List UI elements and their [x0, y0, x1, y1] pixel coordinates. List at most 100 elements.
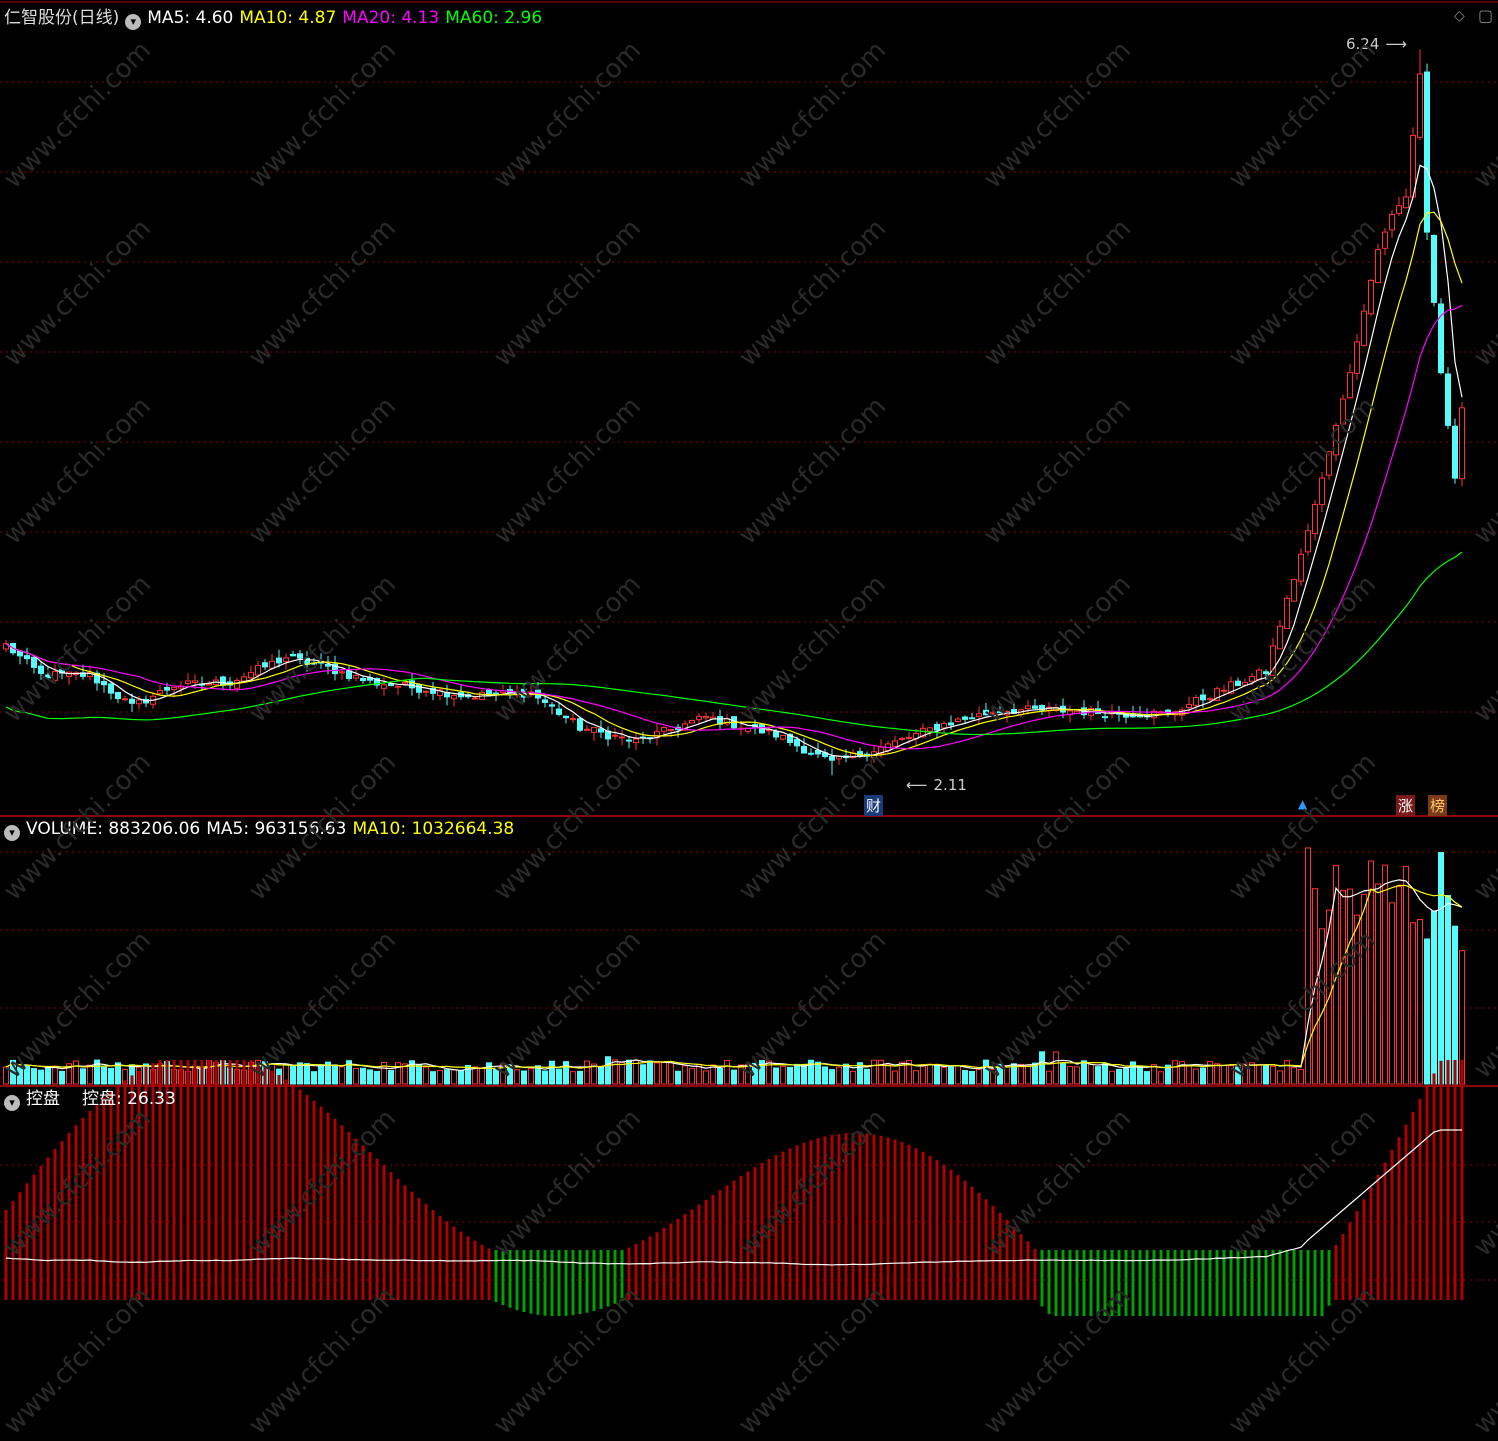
control-bar — [858, 1133, 862, 1300]
volume-bar — [563, 1061, 569, 1085]
volume-bar — [850, 1070, 856, 1085]
control-bar — [382, 1165, 386, 1300]
control-bar — [207, 1060, 211, 1300]
candle-body — [934, 723, 940, 731]
volume-bar — [1088, 1063, 1094, 1085]
candle-body — [584, 728, 590, 731]
dropdown-icon[interactable]: ▾ — [4, 825, 20, 841]
volume-bar — [290, 1065, 296, 1085]
control-bar — [1208, 1250, 1212, 1316]
event-financial-tag[interactable]: 财 — [864, 795, 884, 816]
candle-body — [1389, 214, 1395, 231]
diamond-icon[interactable]: ◇ — [1452, 8, 1467, 24]
volume-bar — [1144, 1071, 1150, 1085]
dropdown-icon[interactable]: ▾ — [4, 1095, 20, 1111]
control-bar — [676, 1218, 680, 1300]
volume-bar — [1438, 852, 1444, 1085]
volume-bar — [297, 1062, 303, 1085]
control-bar — [1432, 1073, 1436, 1300]
candle-body — [269, 660, 275, 669]
control-bar — [1285, 1250, 1289, 1316]
volume-bar — [1025, 1065, 1031, 1085]
control-bar — [263, 1066, 267, 1300]
volume-bar — [1445, 895, 1451, 1085]
control-bar — [1460, 1060, 1464, 1300]
candle-body — [808, 752, 814, 755]
control-bar — [1292, 1250, 1296, 1316]
control-bar — [536, 1250, 540, 1315]
candle-body — [1221, 689, 1227, 692]
candle-body — [969, 717, 975, 720]
candle-body — [101, 681, 107, 686]
candle-body — [570, 718, 576, 721]
candle-body — [353, 675, 359, 679]
volume-bar — [1417, 918, 1423, 1085]
candle-body — [1193, 697, 1199, 706]
volume-bar — [472, 1066, 478, 1085]
volume-bar — [934, 1064, 940, 1085]
volume-bar — [444, 1069, 450, 1085]
volume-bar — [556, 1068, 562, 1085]
volume-bar — [437, 1070, 443, 1085]
volume-bar — [52, 1065, 58, 1085]
volume-bar — [892, 1070, 898, 1085]
control-bar — [690, 1209, 694, 1300]
control-indicator-name[interactable]: 控盘 — [26, 1089, 60, 1109]
volume-bar — [479, 1067, 485, 1085]
volume-bar — [829, 1069, 835, 1085]
candle-body — [241, 676, 247, 682]
control-bar — [242, 1060, 246, 1300]
control-bar — [648, 1236, 652, 1300]
candle-body — [346, 670, 352, 680]
candle-body — [234, 679, 240, 689]
control-bar — [361, 1145, 365, 1300]
control-bar — [431, 1210, 435, 1300]
stock-title[interactable]: 仁智股份(日线) — [4, 8, 119, 28]
volume-bar — [528, 1068, 534, 1085]
control-bar — [326, 1112, 330, 1300]
control-bar — [1327, 1250, 1331, 1306]
ma10-line — [5, 211, 1463, 757]
volume-bar — [1116, 1068, 1122, 1085]
control-bar — [893, 1139, 897, 1300]
candle-body — [1431, 234, 1437, 303]
event-ranking-tag[interactable]: 榜 — [1428, 795, 1448, 816]
control-bar — [1229, 1250, 1233, 1316]
volume-bar — [577, 1070, 583, 1085]
control-bar — [1201, 1250, 1205, 1316]
volume-bar — [871, 1059, 877, 1085]
control-bar — [235, 1060, 239, 1300]
window-icon[interactable]: ▢ — [1476, 6, 1495, 25]
control-bar — [865, 1133, 869, 1300]
volume-bar — [612, 1059, 618, 1085]
control-bar — [977, 1192, 981, 1300]
candle-body — [955, 718, 961, 723]
candle-body — [906, 736, 912, 739]
control-bar — [725, 1185, 729, 1300]
candle-body — [472, 697, 478, 700]
control-bar — [466, 1236, 470, 1300]
control-bar — [88, 1110, 92, 1300]
dropdown-icon[interactable]: ▾ — [125, 14, 142, 30]
volume-bar — [780, 1065, 786, 1085]
event-limit-up-tag[interactable]: 涨 — [1396, 795, 1416, 816]
volume-bar — [423, 1066, 429, 1085]
control-bar — [95, 1104, 99, 1300]
control-bar — [214, 1060, 218, 1300]
candle-body — [668, 728, 674, 731]
control-bar — [1453, 1060, 1457, 1300]
candle-body — [220, 676, 226, 686]
volume-bar — [311, 1071, 317, 1085]
volume-bar — [689, 1068, 695, 1085]
control-bar — [333, 1118, 337, 1300]
candle-body — [1277, 625, 1283, 650]
control-bar — [396, 1178, 400, 1300]
control-bar — [872, 1134, 876, 1300]
candle-body — [122, 698, 128, 701]
volume-bar — [647, 1060, 653, 1085]
control-bar — [459, 1231, 463, 1300]
volume-bar — [969, 1070, 975, 1085]
volume-ma10-label: MA10: 1032664.38 — [352, 819, 515, 839]
candle-body — [136, 699, 142, 705]
control-bar — [473, 1240, 477, 1300]
